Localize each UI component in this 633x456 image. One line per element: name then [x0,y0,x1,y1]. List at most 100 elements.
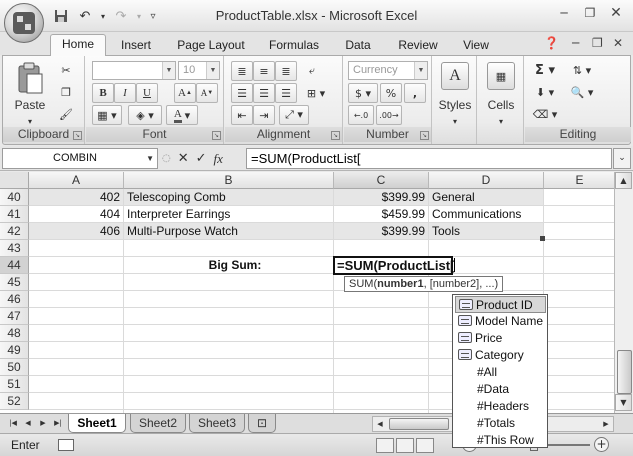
column-header-e[interactable]: E [544,172,614,189]
autocomplete-item[interactable]: #Totals [455,415,546,432]
clipboard-dialog-launcher-icon[interactable]: ↘ [73,131,82,140]
cell-c41[interactable]: $459.99 [334,206,429,223]
horizontal-scroll-thumb[interactable] [389,418,449,430]
page-layout-view-icon[interactable] [396,438,414,453]
align-center-icon[interactable]: ☰ [253,83,275,103]
zoom-in-icon[interactable]: + [594,437,609,452]
scroll-up-icon[interactable]: ▲ [615,172,632,189]
autocomplete-item[interactable]: #All [455,364,546,381]
row-header[interactable]: 50 [0,359,29,376]
cell-d40[interactable]: General [429,189,544,206]
chevron-down-icon[interactable]: ▼ [146,149,154,168]
cancel-icon[interactable]: ✕ [178,151,189,166]
tab-review[interactable]: Review [390,36,446,55]
paste-button-label[interactable]: Paste [11,98,49,112]
office-button[interactable] [4,3,44,43]
cell-b42[interactable]: Multi-Purpose Watch [124,223,334,240]
fill-color-icon[interactable]: ◈ ▾ [128,105,162,125]
sheet-tab-sheet2[interactable]: Sheet2 [130,414,186,433]
cell-d42[interactable]: Tools [429,223,544,240]
copy-icon[interactable]: ❐ [55,82,77,102]
autocomplete-item[interactable]: Product ID [455,296,546,313]
cell-a42[interactable]: 406 [29,223,124,240]
cell-c42[interactable]: $399.99 [334,223,429,240]
last-sheet-icon[interactable]: ▶| [51,416,65,431]
sort-filter-icon[interactable]: ⇅ ▾ [565,60,599,80]
cell-c40[interactable]: $399.99 [334,189,429,206]
tab-data[interactable]: Data [336,36,380,55]
autocomplete-item[interactable]: #Headers [455,398,546,415]
font-dialog-launcher-icon[interactable]: ↘ [212,131,221,140]
tab-formulas[interactable]: Formulas [262,36,326,55]
scroll-right-icon[interactable]: ▶ [599,417,613,432]
autocomplete-item[interactable]: Category [455,347,546,364]
increase-indent-icon[interactable]: ⇥ [253,105,275,125]
decrease-decimal-icon[interactable]: .00→ [376,105,402,125]
insert-function-icon[interactable]: fx [214,151,223,167]
orientation-icon[interactable]: ⤢ ▾ [279,105,309,125]
ribbon-close-icon[interactable]: ✕ [613,36,623,50]
fill-icon[interactable]: ⬇ ▾ [531,82,559,102]
help-icon[interactable]: ❓ [544,36,559,50]
wrap-text-icon[interactable]: ⤶ [301,61,323,81]
row-header[interactable]: 42 [0,223,29,240]
borders-icon[interactable]: ▦ ▾ [92,105,122,125]
decrease-indent-icon[interactable]: ⇤ [231,105,253,125]
prev-sheet-icon[interactable]: ◀ [21,416,35,431]
styles-icon[interactable]: A [441,62,469,90]
cell-a41[interactable]: 404 [29,206,124,223]
ribbon-restore-icon[interactable]: ❐ [592,36,603,50]
column-header-b[interactable]: B [124,172,334,189]
restore-icon[interactable]: ❐ [577,4,603,22]
cut-icon[interactable]: ✂ [55,60,77,80]
tab-view[interactable]: View [454,36,498,55]
enter-icon[interactable]: ✓ [196,151,207,166]
expand-formula-bar-icon[interactable]: ⌄ [613,148,631,169]
font-color-icon[interactable]: A ▾ [166,105,198,125]
format-painter-icon[interactable]: 🖌 [55,104,77,124]
column-header-d[interactable]: D [429,172,544,189]
row-header[interactable]: 40 [0,189,29,206]
close-icon[interactable]: ✕ [603,4,629,22]
tab-insert[interactable]: Insert [112,36,160,55]
cell-b40[interactable]: Telescoping Comb [124,189,334,206]
autocomplete-item[interactable]: #Data [455,381,546,398]
align-bottom-icon[interactable]: ≣ [275,61,297,81]
italic-button[interactable]: I [114,83,136,103]
row-header[interactable]: 47 [0,308,29,325]
autocomplete-item[interactable]: Model Name [455,313,546,330]
chevron-down-icon[interactable]: ▼ [162,62,175,79]
vertical-scrollbar[interactable]: ▲ ▼ [614,172,633,413]
number-format-combo[interactable]: Currency ▼ [348,61,428,80]
number-dialog-launcher-icon[interactable]: ↘ [420,131,429,140]
scroll-left-icon[interactable]: ◀ [373,417,387,432]
cells-group-label[interactable]: Cells [478,98,524,112]
insert-sheet-icon[interactable]: ⊡ [248,414,276,433]
styles-group-label[interactable]: Styles [433,98,477,112]
align-middle-icon[interactable]: ≡ [253,61,275,81]
font-size-combo[interactable]: 10 ▼ [178,61,220,80]
row-header[interactable]: 48 [0,325,29,342]
autosum-icon[interactable]: Σ ▾ [531,60,559,80]
autocomplete-item[interactable]: Price [455,330,546,347]
minimize-icon[interactable]: ─ [551,4,577,22]
increase-decimal-icon[interactable]: ←.0 [348,105,374,125]
big-sum-label[interactable]: Big Sum: [124,257,334,274]
normal-view-icon[interactable] [376,438,394,453]
accounting-format-button[interactable]: $ ▾ [348,83,378,103]
table-resize-handle[interactable] [540,236,545,241]
cell-a40[interactable]: 402 [29,189,124,206]
vertical-scroll-thumb[interactable] [617,350,632,394]
row-header[interactable]: 49 [0,342,29,359]
clear-icon[interactable]: ⌫ ▾ [531,104,559,124]
row-header[interactable]: 51 [0,376,29,393]
cell-d41[interactable]: Communications [429,206,544,223]
align-top-icon[interactable]: ≣ [231,61,253,81]
bold-button[interactable]: B [92,83,114,103]
tab-page-layout[interactable]: Page Layout [170,36,252,55]
chevron-down-icon[interactable]: ▼ [206,62,219,79]
tab-home[interactable]: Home [50,34,106,56]
next-sheet-icon[interactable]: ▶ [36,416,50,431]
find-select-icon[interactable]: 🔍 ▾ [565,82,599,102]
underline-button[interactable]: U [136,83,158,103]
